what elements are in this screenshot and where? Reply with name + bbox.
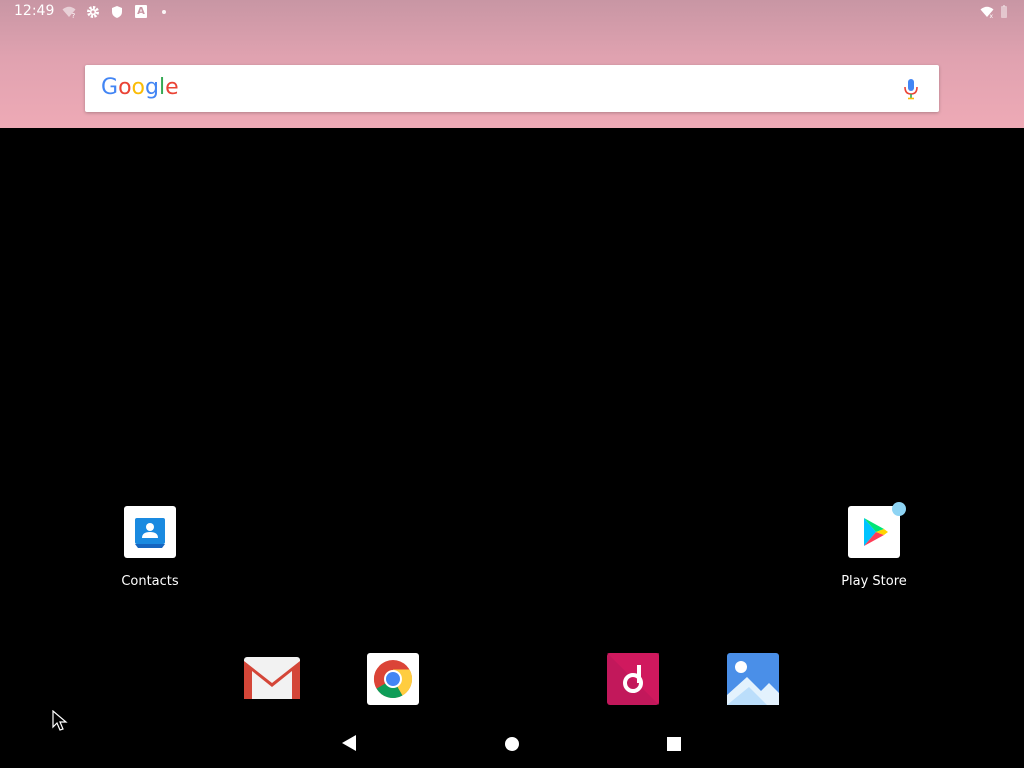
photos-icon[interactable] — [727, 653, 779, 705]
google-search-bar[interactable]: Google — [85, 65, 939, 112]
dot-icon — [162, 10, 166, 14]
play-store-icon — [848, 502, 906, 558]
battery-icon — [1000, 5, 1008, 19]
google-logo: Google — [101, 75, 179, 100]
contacts-icon — [124, 506, 176, 558]
mic-icon[interactable] — [903, 78, 919, 100]
app-contacts[interactable]: Contacts — [105, 506, 195, 589]
recents-icon[interactable] — [666, 736, 682, 757]
svg-text:x: x — [990, 13, 994, 19]
home-icon[interactable] — [504, 736, 520, 757]
wifi-question-icon: ? — [62, 5, 76, 19]
contacts-label: Contacts — [121, 574, 179, 589]
wifi-icon: x — [980, 5, 994, 19]
music-icon[interactable] — [607, 653, 659, 705]
app-play-store[interactable]: Play Store — [829, 502, 919, 589]
a-badge-icon: A — [135, 5, 147, 18]
settings-gear-icon — [86, 5, 100, 19]
shield-icon — [110, 5, 124, 19]
status-time: 12:49 — [14, 3, 55, 19]
play-store-label: Play Store — [841, 574, 907, 589]
notification-dot — [892, 502, 906, 516]
mouse-cursor-icon — [52, 709, 68, 732]
back-icon[interactable] — [341, 734, 357, 757]
chrome-icon[interactable] — [367, 653, 419, 705]
status-bar: 12:49 ? A x — [0, 0, 1024, 24]
gmail-icon[interactable] — [243, 653, 301, 705]
svg-text:?: ? — [72, 12, 76, 19]
